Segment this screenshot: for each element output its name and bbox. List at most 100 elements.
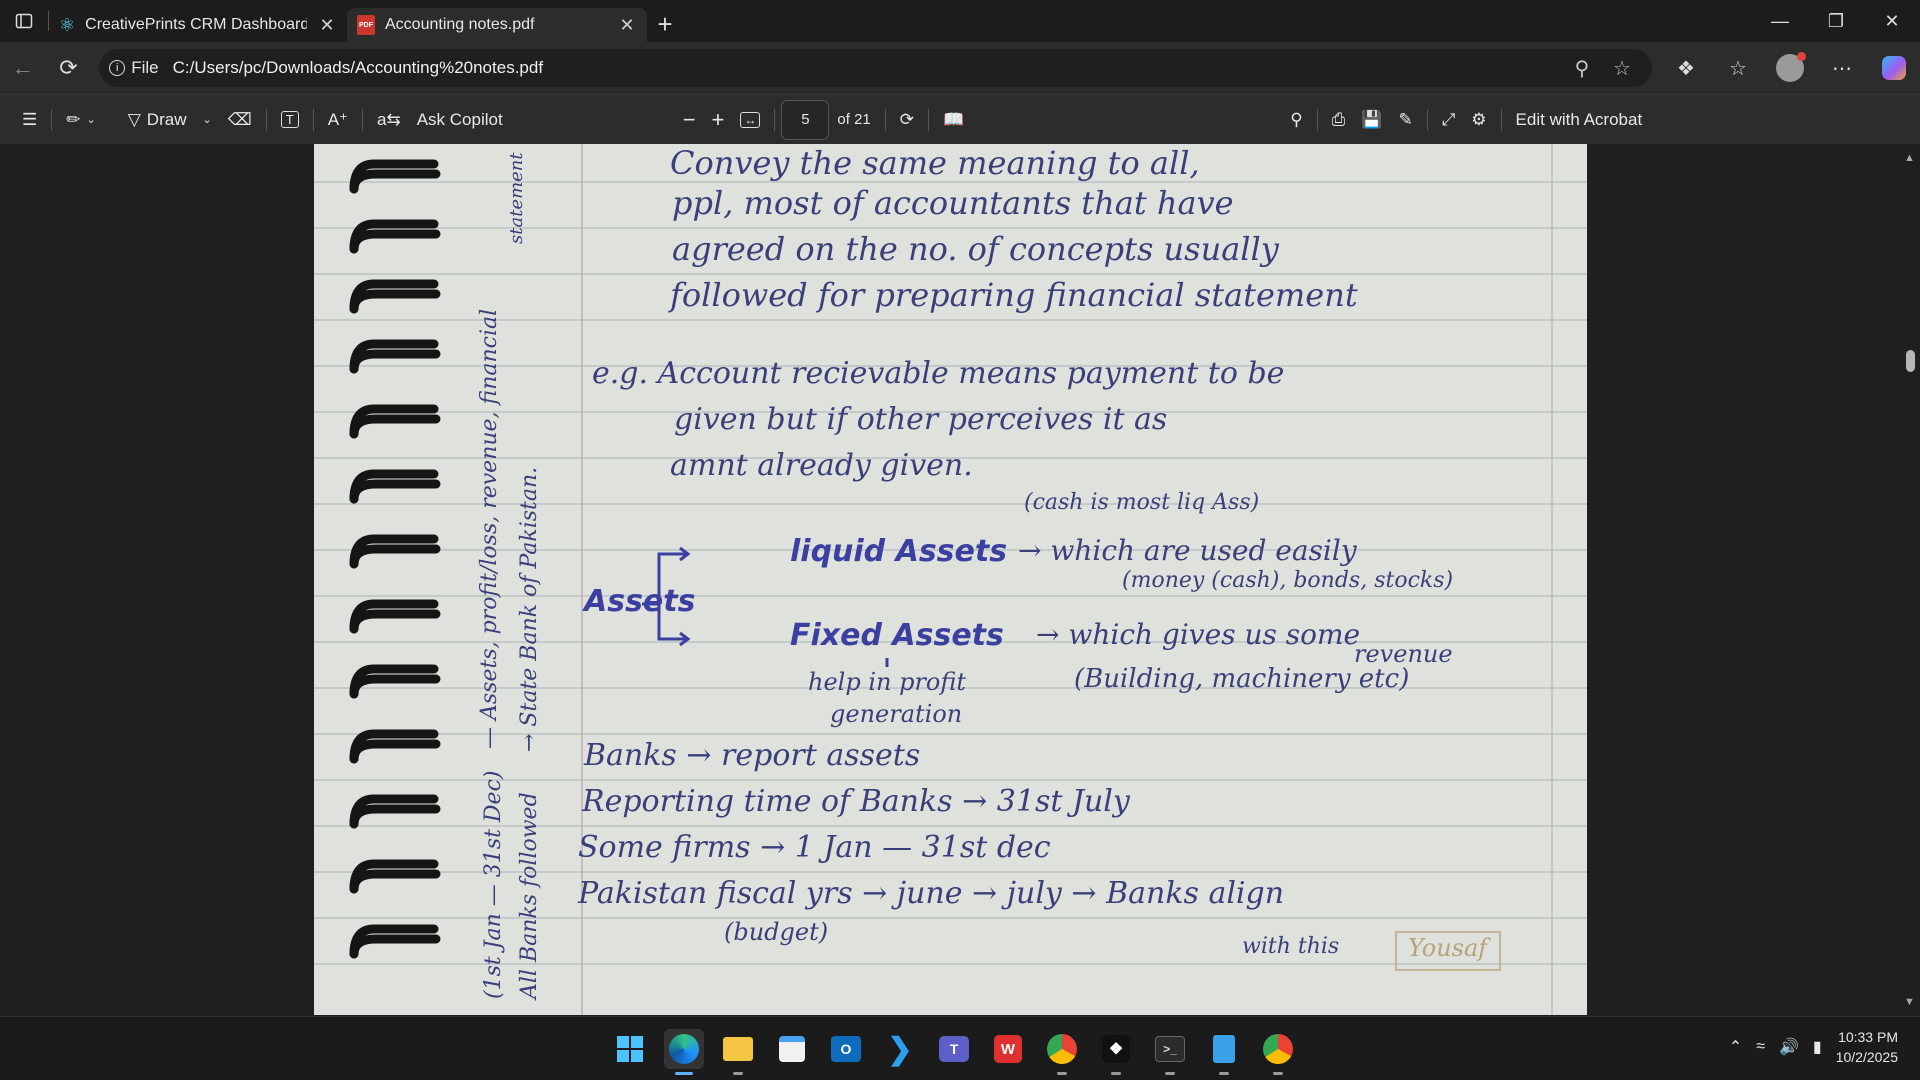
refresh-button[interactable]: ⟳ <box>46 48 92 88</box>
edge-taskbar-button[interactable] <box>664 1029 704 1075</box>
note-line: agreed on the no. of concepts usually <box>672 230 1279 268</box>
chrome-profile-button[interactable] <box>1258 1029 1298 1075</box>
erase-button[interactable]: ⌫ <box>220 100 260 140</box>
wifi-icon[interactable]: ≈ <box>1756 1038 1765 1056</box>
fullscreen-button[interactable]: ⤢ <box>1434 100 1464 140</box>
favorites-list-icon: ☆ <box>1729 57 1747 80</box>
fixed-assets-label: Fixed Assets <box>790 618 1004 653</box>
favorite-button[interactable]: ☆ <box>1602 56 1642 81</box>
scrollbar-thumb[interactable] <box>1906 350 1915 372</box>
zoom-out-button[interactable]: − <box>675 100 704 140</box>
tab-accounting-notes[interactable]: PDF Accounting notes.pdf ✕ <box>347 8 647 42</box>
scroll-up-icon[interactable]: ▲ <box>1904 152 1915 164</box>
chevron-down-icon: ⌄ <box>86 114 96 126</box>
terminal-button[interactable]: >_ <box>1150 1029 1190 1075</box>
pdf-viewer[interactable]: (1st Jan — 31st Dec) — Assets, profit/lo… <box>0 144 1920 1016</box>
tab-crm-dashboard[interactable]: ⚛ CreativePrints CRM Dashboard ✕ <box>49 8 347 42</box>
copilot-icon <box>1882 56 1906 80</box>
contents-button[interactable]: ☰ <box>14 100 45 140</box>
store-button[interactable] <box>772 1029 812 1069</box>
app-button[interactable]: ❖ <box>1096 1029 1136 1075</box>
toolbar-separator <box>312 108 314 131</box>
outlook-button[interactable]: O <box>826 1029 866 1069</box>
close-window-button[interactable]: ✕ <box>1864 0 1920 42</box>
restore-icon: ❐ <box>1827 10 1845 31</box>
close-icon[interactable]: ✕ <box>317 15 337 35</box>
wps-icon: W <box>994 1035 1022 1063</box>
chrome-icon <box>1263 1034 1293 1064</box>
new-tab-button[interactable]: + <box>647 7 683 41</box>
battery-icon[interactable]: ▮ <box>1813 1037 1822 1057</box>
extensions-button[interactable]: ❖ <box>1660 48 1712 88</box>
note-line: Reporting time of Banks → 31st July <box>582 784 1130 819</box>
ask-copilot-button[interactable]: Ask Copilot <box>409 100 511 140</box>
save-as-button[interactable]: ✎ <box>1390 100 1420 140</box>
fit-width-button[interactable]: ↔ <box>732 100 768 140</box>
close-icon[interactable]: ✕ <box>617 15 637 35</box>
margin-note-statement: statement <box>506 152 527 244</box>
translate-button[interactable]: a⇆ <box>369 100 409 140</box>
rotate-button[interactable]: ⟳ <box>892 100 922 140</box>
url-text[interactable]: C:/Users/pc/Downloads/Accounting%20notes… <box>173 58 1562 78</box>
margin-note-statements: — Assets, profit/loss, revenue, financia… <box>477 308 502 749</box>
vscode-button[interactable]: ❯ <box>880 1029 920 1069</box>
chevron-up-icon[interactable]: ⌃ <box>1729 1037 1742 1057</box>
minimize-button[interactable]: — <box>1752 0 1808 42</box>
save-button[interactable]: 💾 <box>1353 100 1390 140</box>
profile-button[interactable] <box>1764 48 1816 88</box>
notepad-button[interactable] <box>1204 1029 1244 1075</box>
page-number-input[interactable]: 5 <box>781 99 830 140</box>
note-line: Some firms → 1 Jan — 31st dec <box>578 830 1051 865</box>
more-button[interactable]: ⋯ <box>1816 48 1868 88</box>
read-aloud-button[interactable]: A⁺ <box>320 100 356 140</box>
scheme-label: File <box>131 58 159 77</box>
note-line: with this <box>1242 934 1340 959</box>
teams-button[interactable]: T <box>934 1029 974 1069</box>
copilot-button[interactable] <box>1868 48 1920 88</box>
clock-time: 10:33 PM <box>1838 1029 1898 1045</box>
taskbar-apps: O ❯ T W ❖ >_ <box>610 1029 1298 1075</box>
zoom-in-button[interactable]: + <box>704 100 733 140</box>
folder-icon <box>723 1037 753 1061</box>
highlight-button[interactable]: ✏ ⌄ <box>58 100 103 140</box>
toolbar-separator <box>884 108 886 131</box>
notepad-icon <box>1213 1035 1235 1063</box>
restore-button[interactable]: ❐ <box>1808 0 1864 42</box>
chrome-button[interactable] <box>1042 1029 1082 1075</box>
toolbar-separator <box>1426 108 1428 131</box>
windows-start-button[interactable] <box>610 1029 650 1069</box>
vertical-scrollbar[interactable]: ▲ ▼ <box>1900 144 1920 1016</box>
file-explorer-button[interactable] <box>718 1029 758 1075</box>
zoom-button[interactable]: ⚲ <box>1562 56 1602 81</box>
clock[interactable]: 10:33 PM 10/2/2025 <box>1836 1027 1898 1067</box>
scroll-down-icon[interactable]: ▼ <box>1904 996 1915 1008</box>
edit-with-acrobat-button[interactable]: Edit with Acrobat <box>1508 100 1651 140</box>
tab-actions-icon <box>15 13 33 29</box>
assets-label: Assets <box>584 584 696 619</box>
chrome-icon <box>1047 1034 1077 1064</box>
note-line: (money (cash), bonds, stocks) <box>1122 568 1454 593</box>
page-view-button[interactable]: 📖 <box>935 100 972 140</box>
note-line: → which gives us some <box>1036 618 1361 651</box>
gear-icon: ⚙ <box>1471 109 1487 129</box>
site-info-button[interactable]: i File <box>109 58 172 78</box>
back-button[interactable]: ← <box>0 48 46 88</box>
wps-button[interactable]: W <box>988 1029 1028 1069</box>
outlook-icon: O <box>831 1036 861 1062</box>
read-aloud-icon: A⁺ <box>327 109 348 129</box>
draw-button[interactable]: ▽ Draw ⌄ <box>120 100 220 140</box>
note-line: help in profit <box>808 668 967 696</box>
find-button[interactable]: ⚲ <box>1282 100 1310 140</box>
note-line: generation <box>830 700 963 728</box>
add-text-button[interactable]: T <box>273 100 307 140</box>
settings-button[interactable]: ⚙ <box>1463 100 1494 140</box>
draw-icon: ▽ <box>127 109 141 129</box>
puzzle-icon: ❖ <box>1677 57 1695 80</box>
ellipsis-icon: ⋯ <box>1832 57 1852 80</box>
tab-actions-button[interactable] <box>0 0 48 42</box>
print-button[interactable]: ⎙ <box>1324 100 1354 140</box>
address-bar[interactable]: i File C:/Users/pc/Downloads/Accounting%… <box>99 49 1652 87</box>
favorites-button[interactable]: ☆ <box>1712 48 1764 88</box>
note-line: (cash is most liq Ass) <box>1024 490 1260 515</box>
volume-icon[interactable]: 🔊 <box>1779 1037 1799 1057</box>
